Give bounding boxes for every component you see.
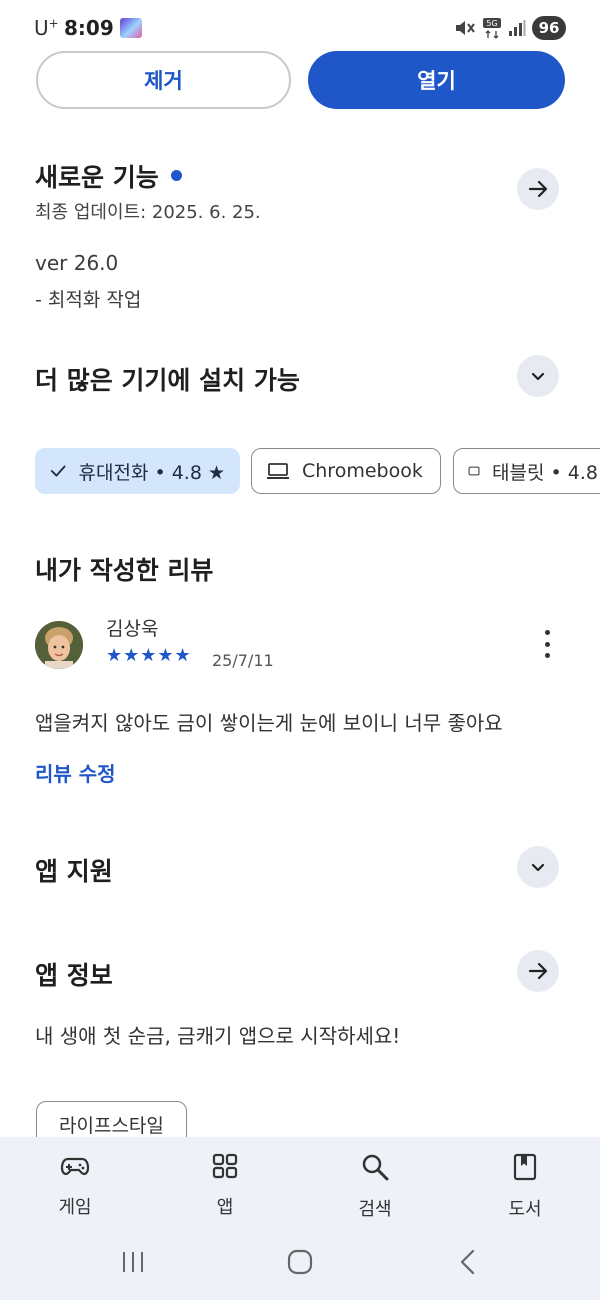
- device-chip-chromebook[interactable]: Chromebook: [251, 448, 441, 494]
- chevron-down-icon: [531, 372, 545, 381]
- home-icon[interactable]: [286, 1249, 314, 1275]
- mute-icon: [456, 21, 475, 35]
- review-text: 앱을켜지 않아도 금이 쌓이는게 눈에 보이니 너무 좋아요: [35, 711, 503, 735]
- more-options-icon[interactable]: [541, 630, 553, 658]
- device-chip-phone[interactable]: 휴대전화 • 4.8 ★: [35, 448, 240, 494]
- whats-new-arrow-button[interactable]: [517, 168, 559, 210]
- app-description: 내 생애 첫 순금, 금캐기 앱으로 시작하세요!: [35, 1024, 401, 1048]
- my-review-title: 내가 작성한 리뷰: [35, 556, 214, 585]
- whats-new-label: 새로운 기능: [35, 163, 159, 192]
- last-updated: 최종 업데이트: 2025. 6. 25.: [35, 202, 261, 223]
- device-chip-label: 태블릿 • 4.8: [492, 461, 598, 484]
- book-icon: [513, 1153, 537, 1181]
- app-support-expand-button[interactable]: [517, 846, 559, 888]
- back-icon[interactable]: [458, 1249, 478, 1275]
- nav-label: 검색: [358, 1199, 392, 1220]
- search-icon: [362, 1154, 389, 1181]
- nav-label: 게임: [58, 1197, 92, 1218]
- clock: 8:09: [64, 16, 114, 40]
- avatar-photo: [35, 621, 83, 669]
- laptop-icon: [267, 463, 289, 479]
- edit-review-link[interactable]: 리뷰 수정: [35, 758, 116, 787]
- new-indicator-dot: [170, 170, 182, 181]
- review-date: 25/7/11: [212, 651, 274, 670]
- whats-new-title[interactable]: 새로운 기능: [35, 158, 182, 194]
- devices-title: 더 많은 기기에 설치 가능: [35, 366, 300, 395]
- gamepad-icon: [60, 1157, 90, 1176]
- arrow-right-icon: [528, 962, 548, 980]
- nav-item-search[interactable]: 검색: [335, 1153, 415, 1221]
- nav-label: 도서: [508, 1199, 542, 1220]
- nav-label: 앱: [216, 1197, 234, 1218]
- chevron-down-icon: [531, 863, 545, 872]
- tablet-icon: [468, 466, 480, 476]
- version-text: ver 26.0: [35, 251, 119, 275]
- svg-text:5G: 5G: [486, 19, 497, 28]
- app-support-title: 앱 지원: [35, 857, 113, 886]
- nav-item-apps[interactable]: 앱: [185, 1153, 265, 1219]
- recent-apps-icon[interactable]: [120, 1249, 146, 1275]
- carrier-label: U+: [34, 16, 59, 40]
- nav-item-games[interactable]: 게임: [35, 1153, 115, 1219]
- remove-button[interactable]: 제거: [36, 51, 291, 109]
- nav-item-books[interactable]: 도서: [485, 1153, 565, 1221]
- open-button[interactable]: 열기: [308, 51, 565, 109]
- bottom-nav: 게임 앱 검색 도서: [0, 1137, 600, 1300]
- reviewer-name: 김상욱: [106, 618, 159, 640]
- app-info-arrow-button[interactable]: [517, 950, 559, 992]
- signal-icon: [509, 20, 526, 36]
- star-rating: ★★★★★: [106, 645, 192, 666]
- device-chip-label: 휴대전화 • 4.8 ★: [78, 461, 226, 484]
- apps-grid-icon: [212, 1153, 238, 1179]
- arrow-right-icon: [528, 180, 548, 198]
- app-info-title: 앱 정보: [35, 961, 113, 990]
- avatar: [35, 621, 83, 669]
- devices-expand-button[interactable]: [517, 355, 559, 397]
- status-icons: 5G 96: [454, 16, 566, 40]
- release-notes: - 최적화 작업: [35, 289, 142, 311]
- check-icon: [50, 465, 66, 477]
- status-bar: U+ 8:09 5G 96: [0, 0, 600, 50]
- device-chip-label: Chromebook: [302, 460, 423, 482]
- device-chip-tablet[interactable]: 태블릿 • 4.8: [453, 448, 600, 494]
- network-5g-icon: 5G: [483, 18, 501, 39]
- battery-indicator: 96: [532, 16, 566, 40]
- notification-app-icon: [120, 18, 142, 38]
